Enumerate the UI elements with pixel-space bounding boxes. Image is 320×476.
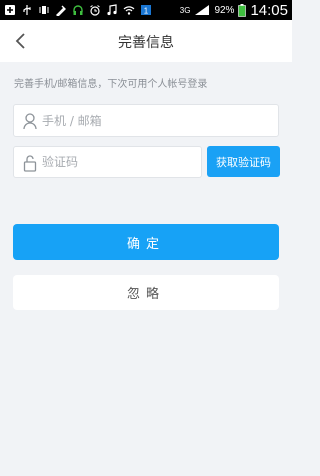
vibrate-icon — [38, 4, 50, 16]
lock-icon — [22, 154, 38, 172]
puzzle-icon — [55, 4, 67, 16]
svg-text:1: 1 — [144, 7, 149, 16]
code-input[interactable] — [42, 147, 197, 177]
account-field[interactable] — [13, 104, 279, 137]
ignore-button[interactable]: 忽略 — [13, 275, 279, 310]
app-header: 完善信息 — [0, 20, 292, 62]
usb-icon — [21, 4, 33, 16]
user-icon — [22, 112, 38, 130]
alarm-icon — [89, 4, 101, 16]
headset-icon — [72, 4, 84, 16]
status-right-icons: 3G 92% 14:05 — [180, 0, 288, 20]
status-bar: 1 3G 92% 14:05 — [0, 0, 292, 20]
battery-percent: 92% — [214, 4, 235, 16]
status-left-icons: 1 — [4, 2, 152, 18]
clock: 14:05 — [250, 1, 288, 19]
music-icon — [106, 4, 118, 16]
page-title: 完善信息 — [118, 35, 174, 51]
form-hint: 完善手机/邮箱信息，下次可用个人帐号登录 — [14, 79, 208, 90]
code-field[interactable] — [13, 146, 202, 178]
confirm-button[interactable]: 确定 — [13, 224, 279, 260]
battery-icon — [238, 3, 247, 17]
sim1-icon: 1 — [140, 4, 152, 16]
get-code-button[interactable]: 获取验证码 — [207, 146, 280, 177]
account-input[interactable] — [42, 105, 272, 136]
add-box-icon — [4, 4, 16, 16]
network-type: 3G — [179, 5, 191, 15]
signal-icon — [194, 4, 210, 16]
wifi-icon — [123, 4, 135, 16]
